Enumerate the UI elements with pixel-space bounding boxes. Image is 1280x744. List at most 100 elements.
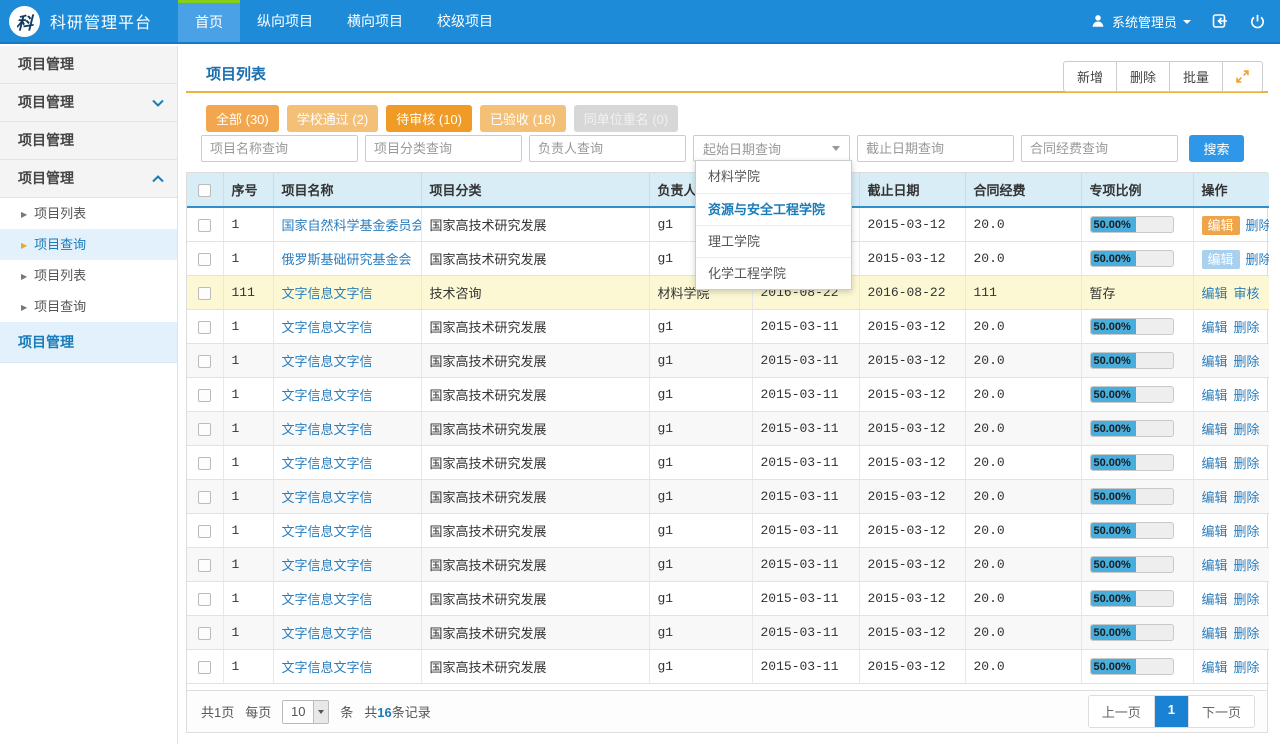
dropdown-option[interactable]: 资源与安全工程学院 [696,193,851,225]
search-input[interactable] [529,135,686,162]
search-input[interactable] [1021,135,1178,162]
row-checkbox[interactable] [198,219,211,232]
op-btn-blue-button[interactable]: 编辑 [1202,250,1240,269]
op-link-button[interactable]: 编辑 [1202,422,1228,437]
op-link-button[interactable]: 删除 [1234,592,1260,607]
row-checkbox[interactable] [198,559,211,572]
row-checkbox[interactable] [198,287,211,300]
toolbar-button[interactable]: 新增 [1064,62,1116,91]
nav-tab[interactable]: 纵向项目 [240,0,330,42]
sidebar-item[interactable]: ▶项目列表 [0,260,177,291]
project-name-link[interactable]: 文字信息文字信 [282,490,373,505]
dropdown-option[interactable]: 材料学院 [696,161,851,193]
op-link-button[interactable]: 编辑 [1202,660,1228,675]
row-checkbox[interactable] [198,253,211,266]
sidebar-item[interactable]: ▶项目查询 [0,229,177,260]
row-checkbox[interactable] [198,627,211,640]
project-name-link[interactable]: 文字信息文字信 [282,456,373,471]
next-page-button[interactable]: 下一页 [1189,696,1254,727]
op-link-button[interactable]: 删除 [1234,490,1260,505]
op-link-button[interactable]: 删除 [1234,388,1260,403]
op-link-button[interactable]: 删除 [1234,524,1260,539]
row-checkbox[interactable] [198,389,211,402]
search-input[interactable] [857,135,1014,162]
project-name-link[interactable]: 文字信息文字信 [282,558,373,573]
sidebar-group[interactable]: 项目管理 [0,122,177,160]
op-link-button[interactable]: 审核 [1234,286,1260,301]
op-link-button[interactable]: 编辑 [1202,626,1228,641]
sidebar-item[interactable]: ▶项目列表 [0,198,177,229]
op-link-button[interactable]: 编辑 [1202,320,1228,335]
nav-tab[interactable]: 横向项目 [330,0,420,42]
op-link-button[interactable]: 编辑 [1202,388,1228,403]
row-checkbox[interactable] [198,593,211,606]
logout-button[interactable] [1249,13,1266,30]
op-link-button[interactable]: 编辑 [1202,592,1228,607]
sidebar-item[interactable]: ▶项目查询 [0,291,177,322]
op-link-button[interactable]: 删除 [1234,422,1260,437]
sidebar-group[interactable]: 项目管理 [0,322,177,363]
sidebar-group[interactable]: 项目管理 [0,46,177,84]
search-input[interactable] [201,135,358,162]
exit-fullscreen-button[interactable] [1211,12,1229,30]
op-link-button[interactable]: 编辑 [1202,524,1228,539]
op-link-button[interactable]: 删除 [1234,354,1260,369]
project-name-link[interactable]: 文字信息文字信 [282,626,373,641]
project-name-link[interactable]: 俄罗斯基础研究基金会 [282,252,412,267]
toolbar-button[interactable]: 批量 [1169,62,1222,91]
row-checkbox[interactable] [198,355,211,368]
row-checkbox[interactable] [198,423,211,436]
op-link-button[interactable]: 编辑 [1202,456,1228,471]
row-checkbox[interactable] [198,525,211,538]
project-name-link[interactable]: 文字信息文字信 [282,524,373,539]
user-menu[interactable]: 系统管理员 [1090,12,1191,31]
sidebar-group[interactable]: 项目管理 [0,84,177,122]
search-button[interactable]: 搜索 [1189,135,1244,162]
op-link-button[interactable]: 编辑 [1202,286,1228,301]
filter-tab[interactable]: 学校通过 (2) [287,105,379,132]
start-date-select[interactable]: 起始日期查询 [693,135,850,162]
project-name-link[interactable]: 文字信息文字信 [282,320,373,335]
op-link-button[interactable]: 删除 [1246,218,1269,233]
project-name-link[interactable]: 文字信息文字信 [282,286,373,301]
no-cell: 1 [223,547,273,581]
row-checkbox[interactable] [198,457,211,470]
op-btn-orange-button[interactable]: 编辑 [1202,216,1240,235]
row-checkbox[interactable] [198,321,211,334]
nav-tab[interactable]: 首页 [178,0,240,42]
records-suffix: 条记录 [392,705,431,720]
select-all-checkbox[interactable] [198,184,211,197]
op-link-button[interactable]: 删除 [1234,660,1260,675]
project-name-link[interactable]: 文字信息文字信 [282,354,373,369]
prev-page-button[interactable]: 上一页 [1089,696,1155,727]
op-link-button[interactable]: 编辑 [1202,490,1228,505]
search-input[interactable] [365,135,522,162]
op-link-button[interactable]: 删除 [1234,558,1260,573]
op-link-button[interactable]: 删除 [1246,252,1269,267]
fund-cell: 20.0 [965,411,1081,445]
project-name-link[interactable]: 文字信息文字信 [282,422,373,437]
op-link-button[interactable]: 删除 [1234,626,1260,641]
filter-tab[interactable]: 待审核 (10) [386,105,472,132]
op-link-button[interactable]: 删除 [1234,320,1260,335]
op-link-button[interactable]: 删除 [1234,456,1260,471]
dropdown-option[interactable]: 理工学院 [696,225,851,257]
row-checkbox[interactable] [198,491,211,504]
project-name-link[interactable]: 文字信息文字信 [282,592,373,607]
dropdown-option[interactable]: 化学工程学院 [696,257,851,289]
current-page-button[interactable]: 1 [1155,696,1189,727]
project-name-link[interactable]: 文字信息文字信 [282,660,373,675]
row-checkbox[interactable] [198,661,211,674]
expand-button[interactable] [1222,62,1262,91]
filter-tab[interactable]: 全部 (30) [206,105,279,132]
project-name-link[interactable]: 文字信息文字信 [282,388,373,403]
op-link-button[interactable]: 编辑 [1202,354,1228,369]
owner-cell: g1 [649,309,752,343]
toolbar-button[interactable]: 删除 [1116,62,1169,91]
nav-tab[interactable]: 校级项目 [420,0,510,42]
op-link-button[interactable]: 编辑 [1202,558,1228,573]
project-name-link[interactable]: 国家自然科学基金委员会 [282,218,422,233]
per-page-select[interactable]: 10 [282,700,329,724]
sidebar-group[interactable]: 项目管理 [0,160,177,198]
filter-tab[interactable]: 已验收 (18) [480,105,566,132]
